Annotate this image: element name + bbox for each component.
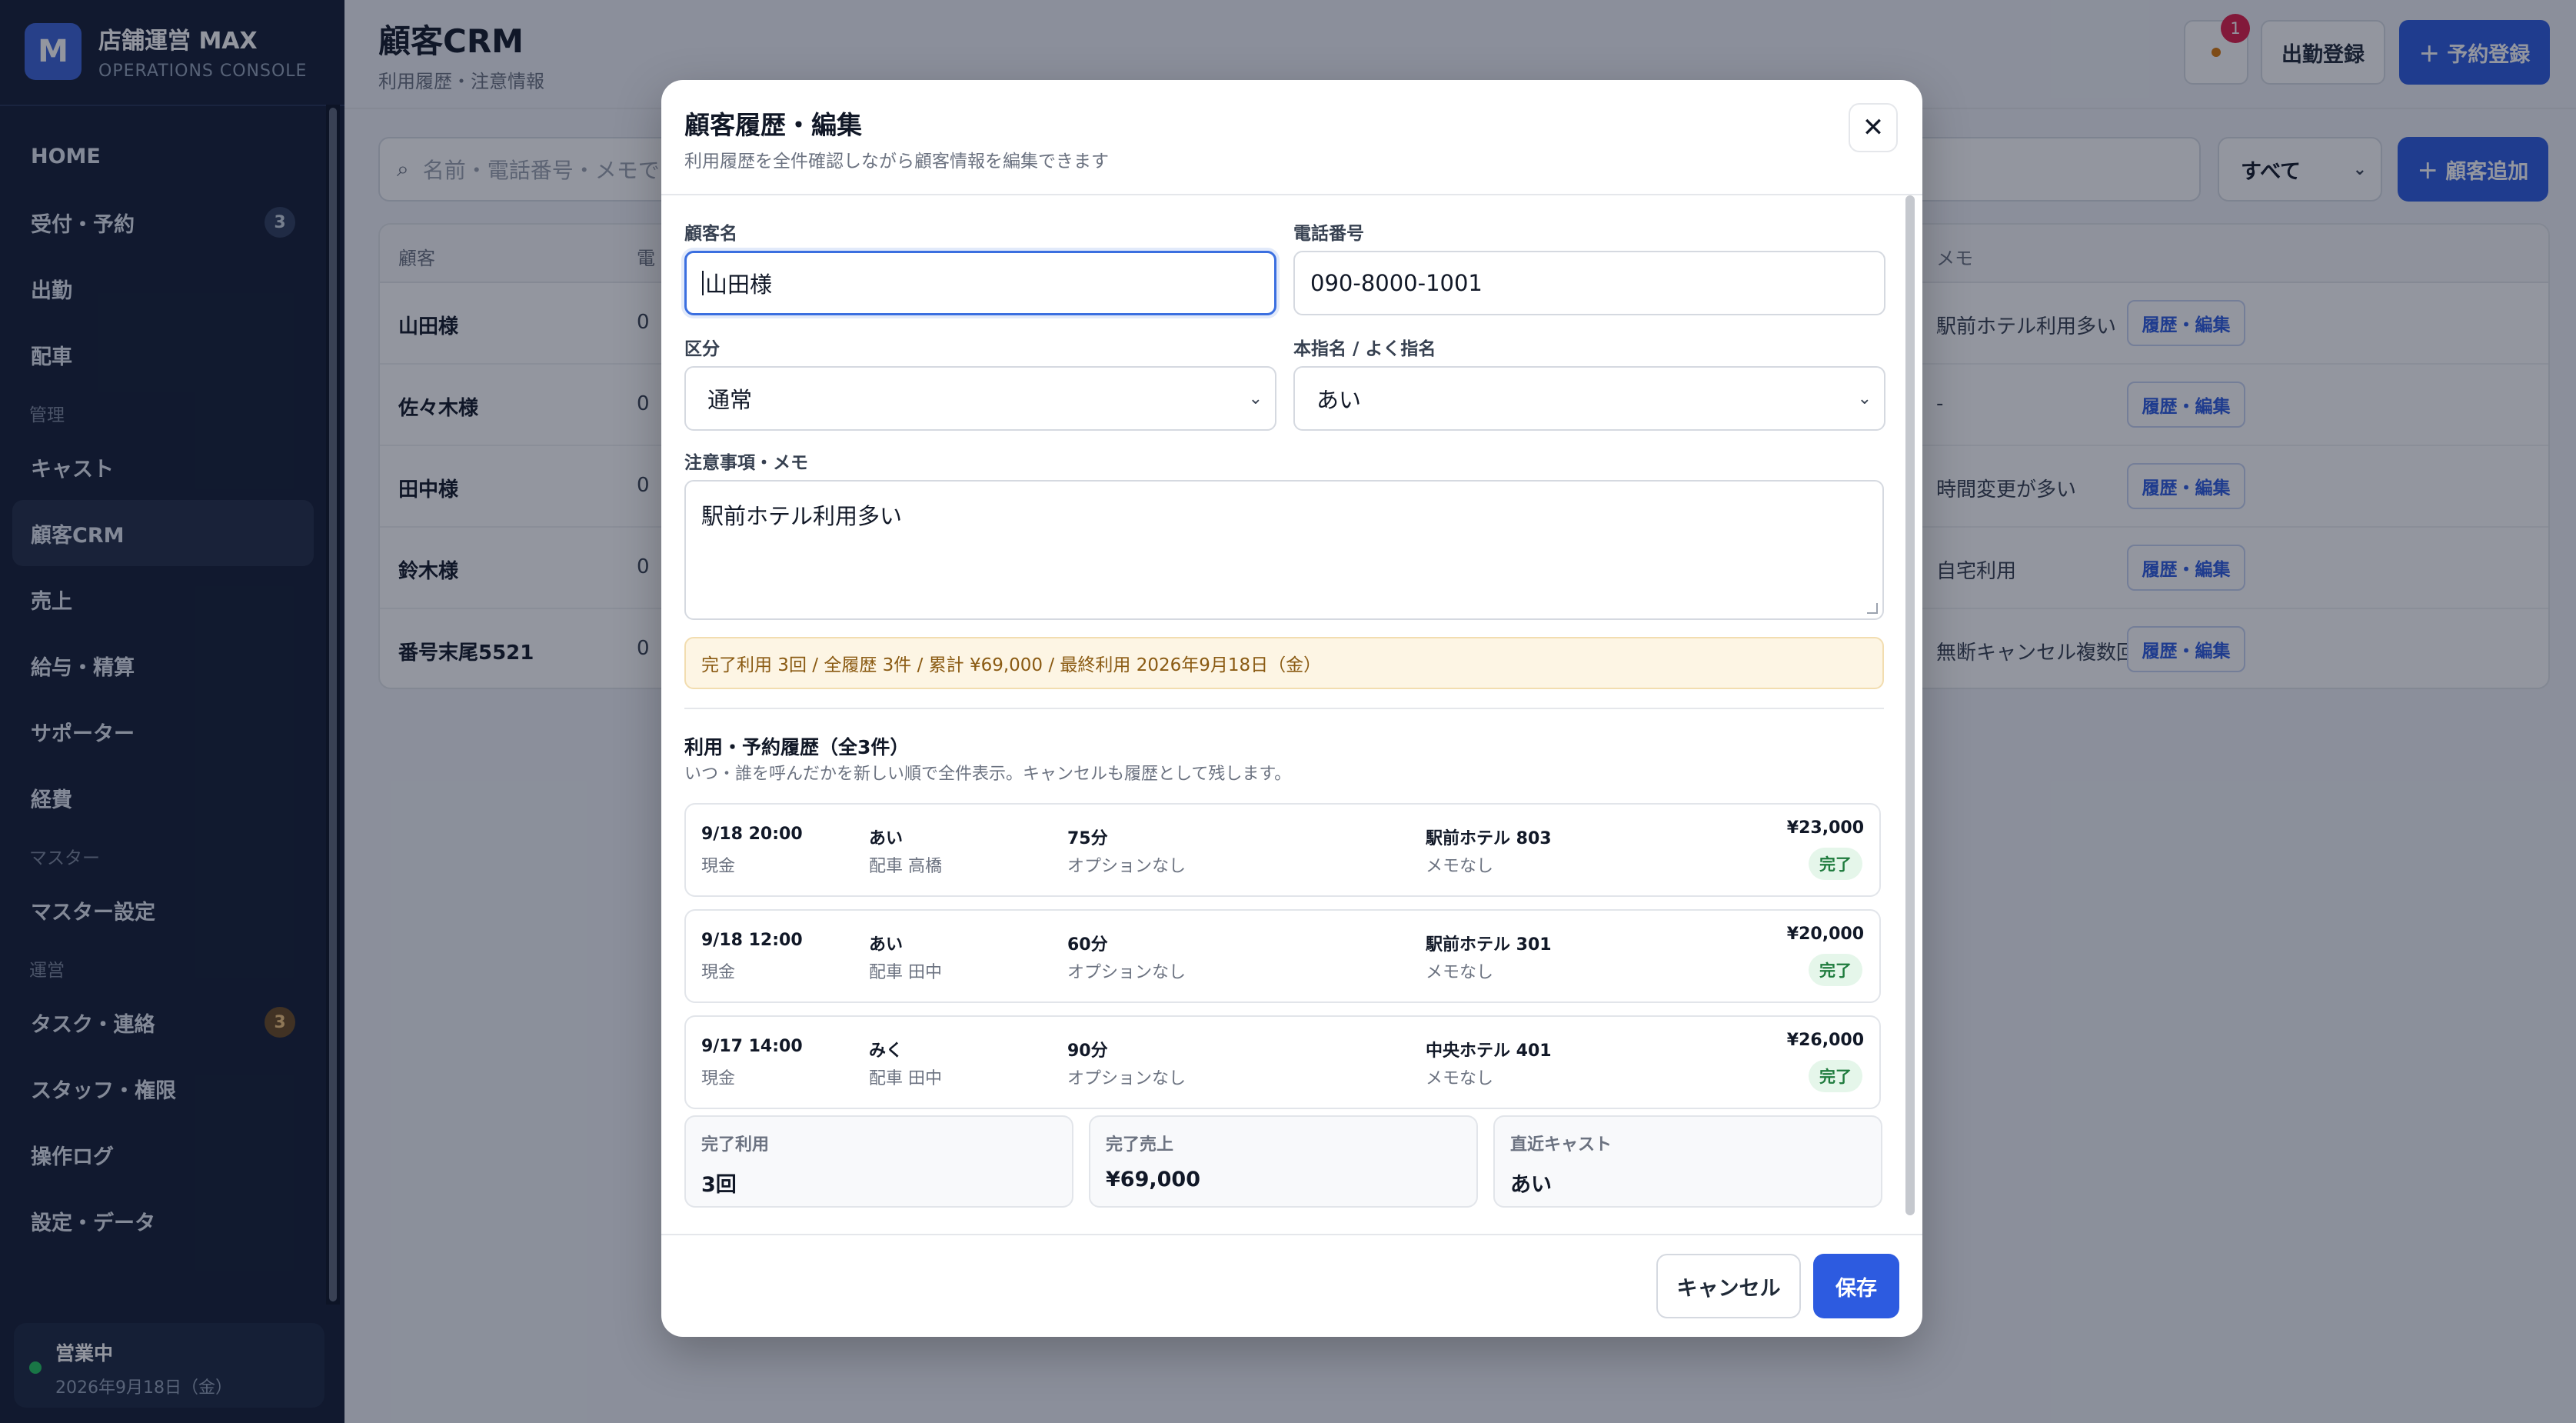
history-driver: 配車 高橋 (869, 857, 942, 876)
class-label: 区分 (684, 339, 720, 359)
history-card[interactable]: 9/18 20:00 現金 あい配車 高橋 75分オプションなし 駅前ホテル 803 メモ… (684, 803, 1881, 897)
customer-edit-modal: 顧客履歴・編集 利用履歴を全件確認しながら顧客情報を編集できます ✕ 顧客名 山… (661, 80, 1922, 1337)
stat-label: 完了売上 (1106, 1135, 1174, 1155)
customer-name-value: 山田様 (705, 272, 773, 298)
history-title: 利用・予約履歴（全3件） (684, 736, 910, 758)
status-badge: 完了 (1809, 848, 1862, 880)
modal-scrollbar[interactable] (1905, 195, 1915, 1215)
nomination-label: 本指名 / よく指名 (1293, 339, 1436, 359)
history-card[interactable]: 9/18 12:00 現金 あい配車 田中 60分オプションなし 駅前ホテル 301 メモ… (684, 909, 1881, 1003)
history-memo: メモなし (1426, 963, 1494, 982)
memo-textarea[interactable]: 駅前ホテル利用多い (684, 480, 1884, 620)
history-memo: メモなし (1426, 1069, 1494, 1088)
nomination-value: あい (1316, 387, 1362, 413)
history-duration: 60分 (1067, 935, 1108, 955)
history-payment: 現金 (701, 1069, 736, 1088)
stat-completed-count: 完了利用 3回 (684, 1115, 1073, 1208)
chevron-down-icon: ⌄ (1248, 388, 1263, 408)
status-badge: 完了 (1809, 1060, 1862, 1092)
history-place: 駅前ホテル 803 (1426, 829, 1552, 848)
class-value: 通常 (707, 387, 753, 413)
phone-value: 090-8000-1001 (1310, 270, 1483, 296)
history-amount: ¥20,000 (1786, 925, 1864, 944)
status-badge: 完了 (1809, 954, 1862, 986)
history-place: 中央ホテル 401 (1426, 1041, 1552, 1061)
history-option: オプションなし (1067, 1069, 1186, 1088)
section-divider (684, 708, 1884, 709)
history-payment: 現金 (701, 963, 736, 982)
history-card[interactable]: 9/17 14:00 現金 みく配車 田中 90分オプションなし 中央ホテル 401 メモ… (684, 1015, 1881, 1109)
close-icon[interactable]: ✕ (1849, 103, 1898, 152)
modal-subtitle: 利用履歴を全件確認しながら顧客情報を編集できます (684, 152, 1109, 172)
text-caret (702, 271, 704, 295)
history-amount: ¥23,000 (1786, 818, 1864, 838)
chevron-down-icon: ⌄ (1857, 388, 1872, 408)
history-cast: みく (869, 1041, 904, 1061)
phone-field[interactable]: 090-8000-1001 (1293, 251, 1885, 315)
modal-title: 顧客履歴・編集 (684, 110, 862, 140)
nomination-select[interactable]: あい ⌄ (1293, 366, 1885, 431)
history-place: 駅前ホテル 301 (1426, 935, 1552, 955)
memo-label: 注意事項・メモ (684, 453, 808, 473)
save-button[interactable]: 保存 (1813, 1254, 1899, 1318)
class-select[interactable]: 通常 ⌄ (684, 366, 1276, 431)
stat-value: 3回 (701, 1173, 737, 1197)
stat-value: あい (1510, 1173, 1552, 1197)
history-option: オプションなし (1067, 857, 1186, 876)
stat-value: ¥69,000 (1106, 1168, 1200, 1191)
history-driver: 配車 田中 (869, 963, 942, 982)
memo-value: 駅前ホテル利用多い (701, 503, 903, 529)
modal-footer-divider (661, 1234, 1922, 1235)
history-memo: メモなし (1426, 857, 1494, 876)
history-cast: あい (869, 829, 904, 848)
history-duration: 90分 (1067, 1041, 1108, 1061)
history-cast: あい (869, 935, 904, 955)
history-subtitle: いつ・誰を呼んだかを新しい順で全件表示。キャンセルも履歴として残します。 (684, 765, 1292, 784)
history-datetime: 9/18 12:00 (701, 931, 803, 950)
stat-completed-sales: 完了売上 ¥69,000 (1089, 1115, 1478, 1208)
resize-handle[interactable] (1867, 603, 1878, 614)
history-datetime: 9/17 14:00 (701, 1037, 803, 1056)
history-amount: ¥26,000 (1786, 1031, 1864, 1050)
history-datetime: 9/18 20:00 (701, 825, 803, 844)
cancel-button[interactable]: キャンセル (1656, 1254, 1801, 1318)
stat-label: 完了利用 (701, 1135, 770, 1155)
customer-name-field[interactable]: 山田様 (684, 251, 1276, 315)
stat-label: 直近キャスト (1510, 1135, 1612, 1155)
name-label: 顧客名 (684, 224, 737, 244)
stat-recent-cast: 直近キャスト あい (1493, 1115, 1882, 1208)
modal-header-divider (661, 194, 1922, 195)
history-duration: 75分 (1067, 829, 1108, 848)
usage-summary: 完了利用 3回 / 全履歴 3件 / 累計 ¥69,000 / 最終利用 202… (684, 637, 1884, 689)
history-payment: 現金 (701, 857, 736, 876)
phone-label: 電話番号 (1293, 224, 1364, 244)
history-driver: 配車 田中 (869, 1069, 942, 1088)
history-option: オプションなし (1067, 963, 1186, 982)
